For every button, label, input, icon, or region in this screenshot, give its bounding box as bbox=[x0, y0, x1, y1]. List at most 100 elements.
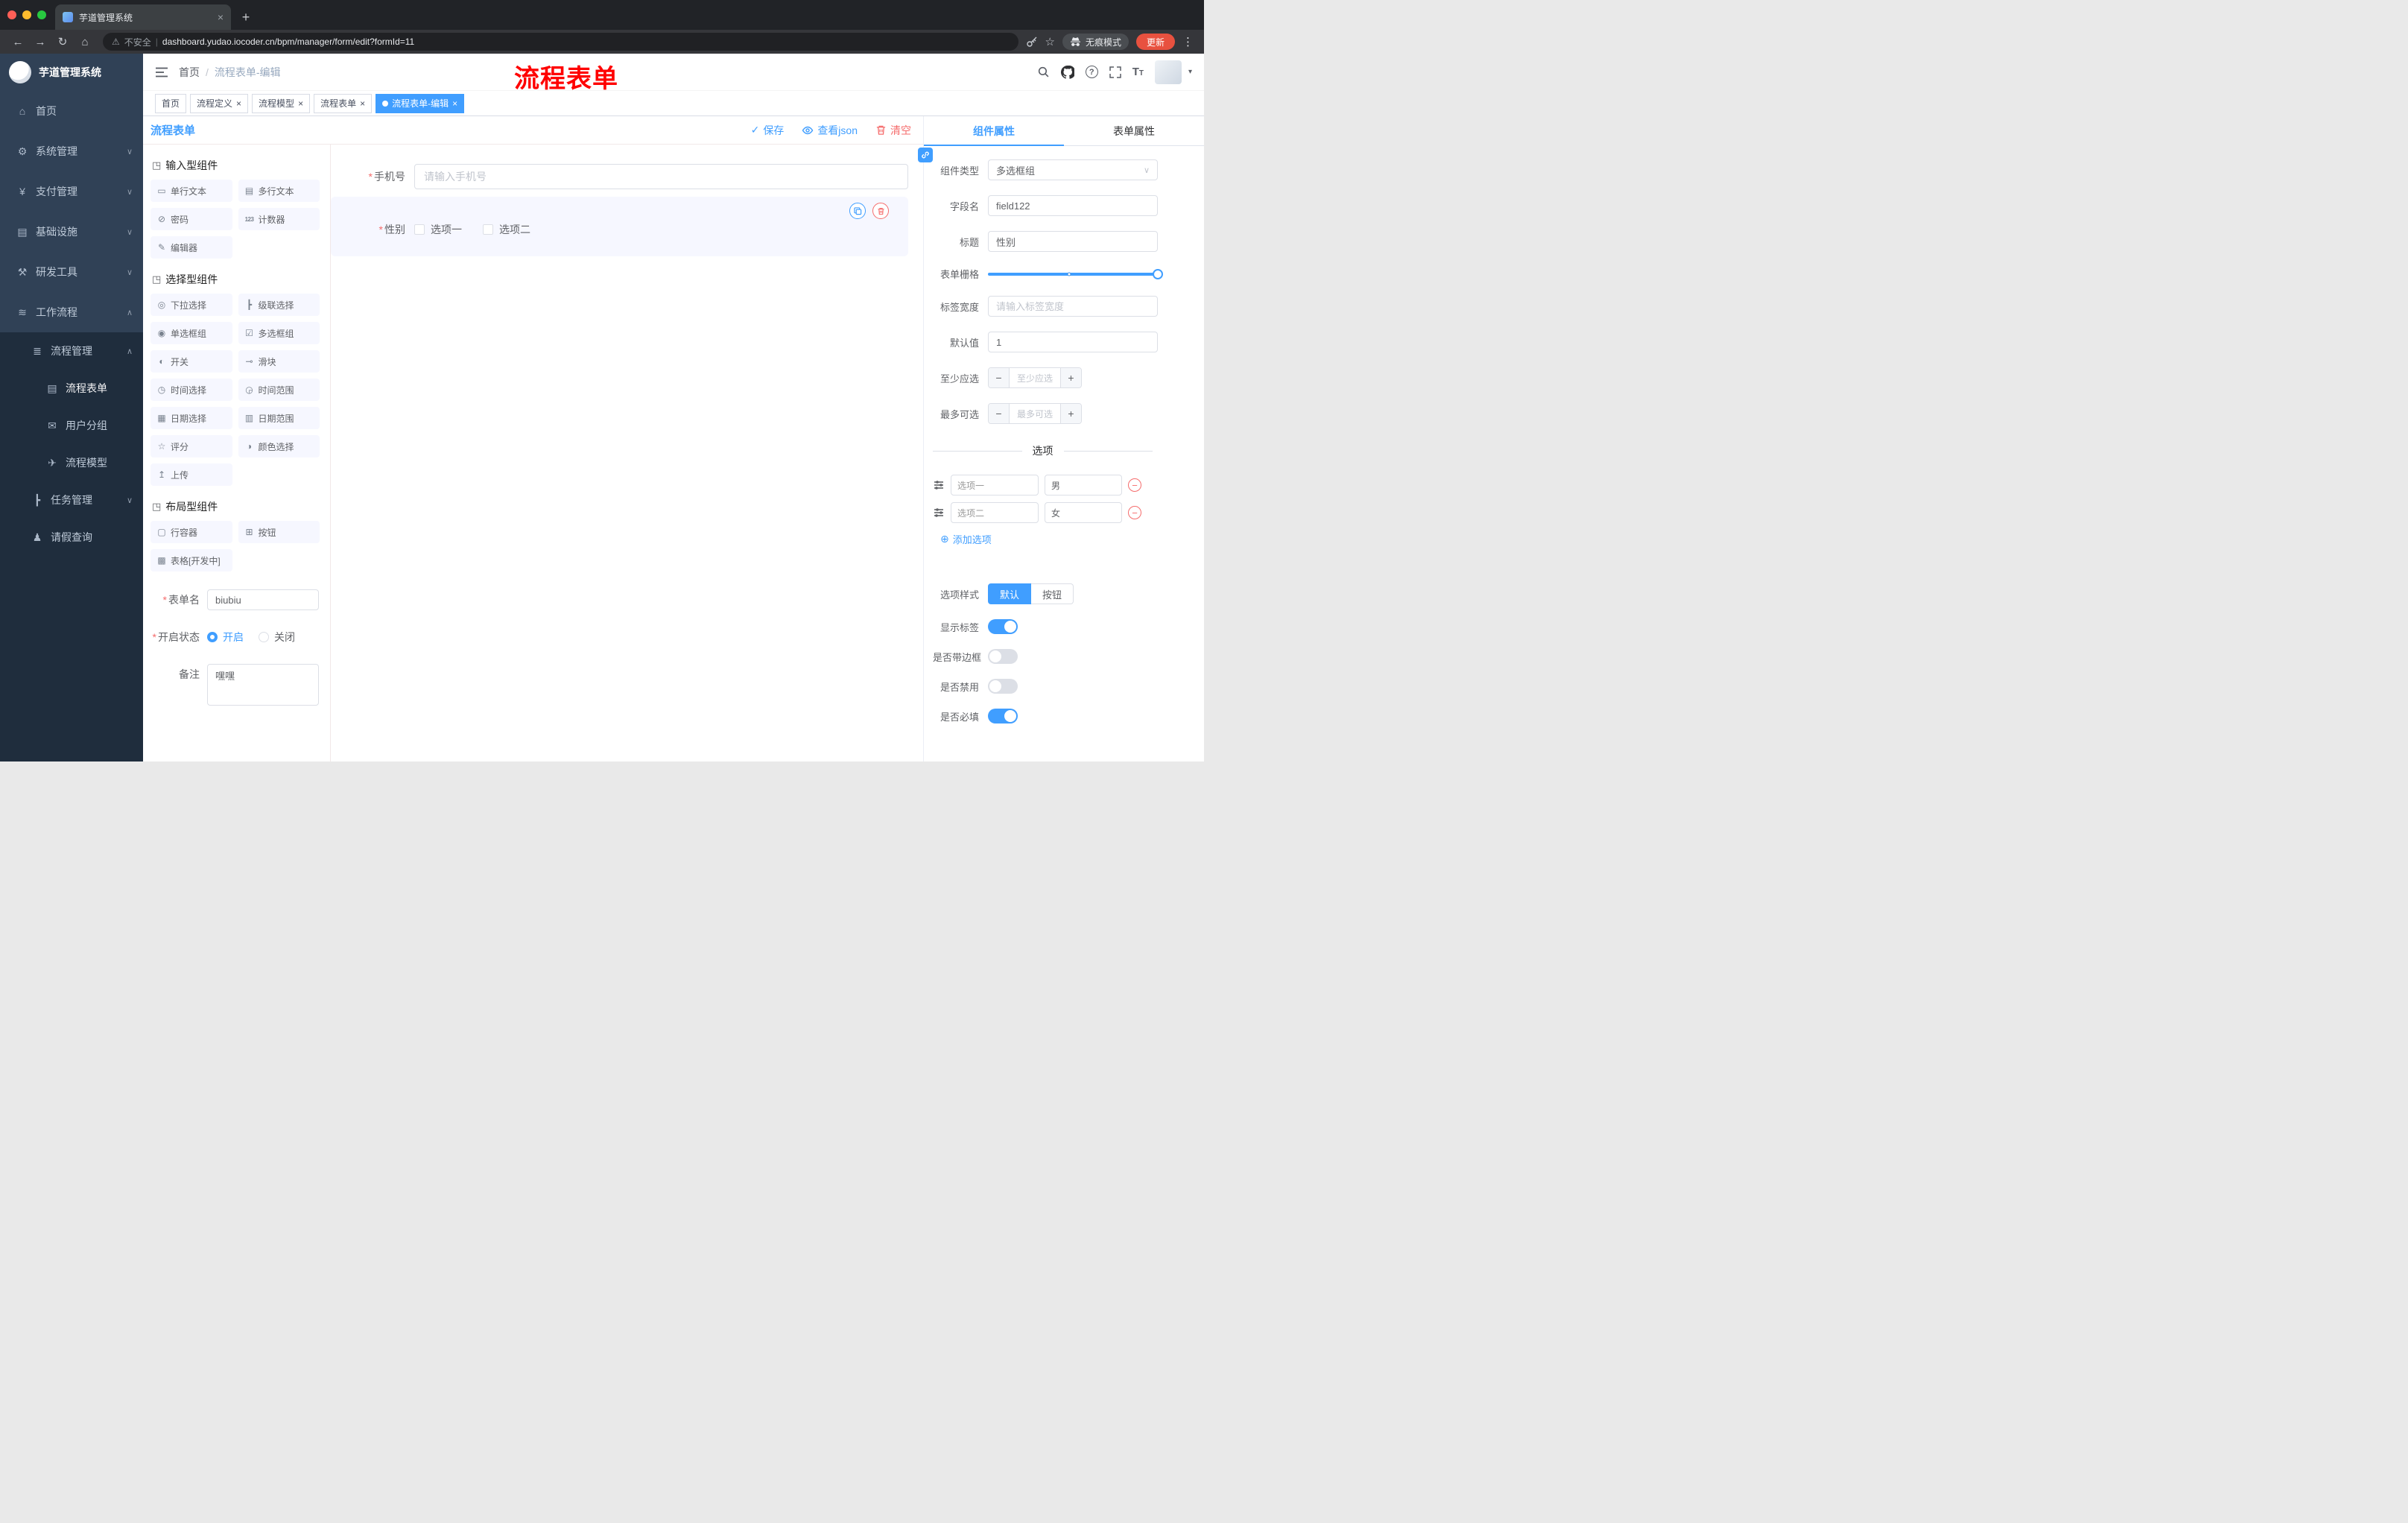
radio-closed[interactable]: 关闭 bbox=[259, 630, 295, 645]
palette-item-slider[interactable]: ⊸ 滑块 bbox=[238, 350, 320, 373]
option-1-label-input[interactable] bbox=[951, 475, 1039, 495]
remove-option-button[interactable]: − bbox=[1128, 478, 1141, 492]
avatar[interactable] bbox=[1154, 60, 1182, 84]
bookmark-star-icon[interactable]: ☆ bbox=[1045, 35, 1055, 48]
clear-button[interactable]: 清空 bbox=[875, 123, 911, 138]
palette-item-switch[interactable]: ◐ 开关 bbox=[150, 350, 232, 373]
palette-item-counter[interactable]: 123 计数器 bbox=[238, 208, 320, 230]
sidebar-item-user-group[interactable]: ✉ 用户分组 bbox=[0, 407, 143, 444]
save-button[interactable]: ✓ 保存 bbox=[751, 123, 785, 138]
form-remark-textarea[interactable]: 嘿嘿 bbox=[207, 664, 319, 706]
link-badge[interactable] bbox=[918, 148, 933, 162]
close-icon[interactable]: × bbox=[452, 99, 457, 108]
label-width-input[interactable] bbox=[988, 296, 1158, 317]
palette-item-time-picker[interactable]: ◷ 时间选择 bbox=[150, 379, 232, 401]
palette-item-select[interactable]: ◎ 下拉选择 bbox=[150, 294, 232, 316]
zoom-window-button[interactable] bbox=[37, 10, 46, 19]
tag-process-form[interactable]: 流程表单 × bbox=[314, 93, 373, 113]
close-icon[interactable]: × bbox=[298, 99, 303, 108]
required-toggle[interactable] bbox=[988, 709, 1018, 723]
help-icon[interactable]: ? bbox=[1085, 66, 1098, 78]
field-name-input[interactable] bbox=[988, 195, 1158, 216]
sidebar-logo[interactable]: 芋道管理系统 bbox=[0, 54, 143, 91]
option-2-label-input[interactable] bbox=[951, 502, 1039, 523]
palette-item-cascader[interactable]: ┣ 级联选择 bbox=[238, 294, 320, 316]
title-input[interactable] bbox=[988, 231, 1158, 252]
sidebar-item-home[interactable]: ⌂ 首页 bbox=[0, 91, 143, 131]
tag-process-form-edit[interactable]: 流程表单-编辑 × bbox=[376, 93, 465, 113]
close-icon[interactable]: × bbox=[236, 99, 241, 108]
tag-process-model[interactable]: 流程模型 × bbox=[252, 93, 311, 113]
palette-item-rate[interactable]: ☆ 评分 bbox=[150, 435, 232, 457]
palette-item-checkbox-group[interactable]: ☑ 多选框组 bbox=[238, 322, 320, 344]
drag-handle-icon[interactable] bbox=[933, 507, 945, 519]
sidebar-item-workflow[interactable]: ≋ 工作流程 ∧ bbox=[0, 292, 143, 332]
font-size-icon[interactable]: TT bbox=[1132, 66, 1144, 78]
palette-item-single-line-text[interactable]: ▭ 单行文本 bbox=[150, 180, 232, 202]
forward-button[interactable]: → bbox=[30, 36, 51, 48]
palette-item-editor[interactable]: ✎ 编辑器 bbox=[150, 236, 232, 259]
sidebar-item-devtools[interactable]: ⚒ 研发工具 ∨ bbox=[0, 252, 143, 292]
option-1-value-input[interactable] bbox=[1045, 475, 1122, 495]
palette-item-color-picker[interactable]: ◑ 颜色选择 bbox=[238, 435, 320, 457]
copy-field-button[interactable] bbox=[849, 203, 866, 219]
password-key-icon[interactable] bbox=[1026, 36, 1038, 48]
tag-home[interactable]: 首页 bbox=[155, 93, 187, 113]
tab-component-props[interactable]: 组件属性 bbox=[924, 116, 1064, 146]
palette-item-time-range[interactable]: ◶ 时间范围 bbox=[238, 379, 320, 401]
tab-form-props[interactable]: 表单属性 bbox=[1064, 116, 1204, 145]
sidebar-item-infrastructure[interactable]: ▤ 基础设施 ∨ bbox=[0, 212, 143, 252]
grid-slider[interactable] bbox=[988, 268, 1163, 279]
minimize-window-button[interactable] bbox=[22, 10, 31, 19]
default-value-input[interactable] bbox=[988, 332, 1158, 352]
delete-field-button[interactable] bbox=[872, 203, 889, 219]
close-window-button[interactable] bbox=[7, 10, 16, 19]
palette-item-table[interactable]: ▩ 表格[开发中] bbox=[150, 549, 232, 571]
decrease-button[interactable]: − bbox=[989, 404, 1010, 423]
palette-item-date-range[interactable]: ▥ 日期范围 bbox=[238, 407, 320, 429]
palette-item-multi-line-text[interactable]: ▤ 多行文本 bbox=[238, 180, 320, 202]
browser-tab[interactable]: 芋道管理系统 × bbox=[55, 4, 231, 30]
browser-menu-icon[interactable]: ⋮ bbox=[1182, 35, 1194, 48]
border-toggle[interactable] bbox=[988, 649, 1018, 664]
github-icon[interactable] bbox=[1060, 65, 1074, 79]
decrease-button[interactable]: − bbox=[989, 368, 1010, 387]
phone-input[interactable] bbox=[414, 164, 908, 189]
back-button[interactable]: ← bbox=[7, 36, 28, 48]
tab-close-icon[interactable]: × bbox=[218, 11, 224, 23]
reload-button[interactable]: ↻ bbox=[52, 35, 73, 48]
sidebar-item-task-management[interactable]: ┣ 任务管理 ∨ bbox=[0, 481, 143, 519]
home-button[interactable]: ⌂ bbox=[75, 36, 95, 48]
close-icon[interactable]: × bbox=[360, 99, 365, 108]
option-2-value-input[interactable] bbox=[1045, 502, 1122, 523]
palette-item-date-picker[interactable]: ▦ 日期选择 bbox=[150, 407, 232, 429]
search-icon[interactable] bbox=[1037, 66, 1050, 78]
hamburger-icon[interactable] bbox=[155, 66, 168, 78]
form-name-input[interactable] bbox=[207, 589, 319, 610]
breadcrumb-home[interactable]: 首页 bbox=[179, 65, 200, 80]
increase-button[interactable]: + bbox=[1060, 404, 1081, 423]
show-label-toggle[interactable] bbox=[988, 619, 1018, 634]
fullscreen-icon[interactable] bbox=[1109, 66, 1121, 78]
gender-field-selected[interactable]: * 性别 选项一 选项二 bbox=[331, 197, 908, 256]
min-select-value[interactable]: 至少应选 bbox=[1010, 368, 1060, 387]
palette-item-upload[interactable]: ↥ 上传 bbox=[150, 463, 232, 486]
gender-option-1-checkbox[interactable]: 选项一 bbox=[414, 222, 462, 237]
sidebar-item-process-model[interactable]: ✈ 流程模型 bbox=[0, 444, 143, 481]
palette-item-radio-group[interactable]: ◉ 单选框组 bbox=[150, 322, 232, 344]
increase-button[interactable]: + bbox=[1060, 368, 1081, 387]
drag-handle-icon[interactable] bbox=[933, 479, 945, 491]
view-json-button[interactable]: 查看json bbox=[802, 123, 858, 138]
phone-field-row[interactable]: * 手机号 bbox=[331, 164, 908, 189]
component-type-select[interactable]: 多选框组 ∨ bbox=[988, 159, 1158, 180]
caret-down-icon[interactable]: ▾ bbox=[1188, 68, 1192, 76]
sidebar-item-process-management[interactable]: ≣ 流程管理 ∧ bbox=[0, 332, 143, 370]
remove-option-button[interactable]: − bbox=[1128, 506, 1141, 519]
slider-handle[interactable] bbox=[1153, 268, 1163, 279]
sidebar-item-process-form[interactable]: ▤ 流程表单 bbox=[0, 370, 143, 407]
palette-item-button[interactable]: ⊞ 按钮 bbox=[238, 521, 320, 543]
radio-open[interactable]: 开启 bbox=[207, 630, 244, 645]
palette-item-row-container[interactable]: ▢ 行容器 bbox=[150, 521, 232, 543]
tag-process-definition[interactable]: 流程定义 × bbox=[190, 93, 249, 113]
style-default-button[interactable]: 默认 bbox=[988, 583, 1032, 604]
